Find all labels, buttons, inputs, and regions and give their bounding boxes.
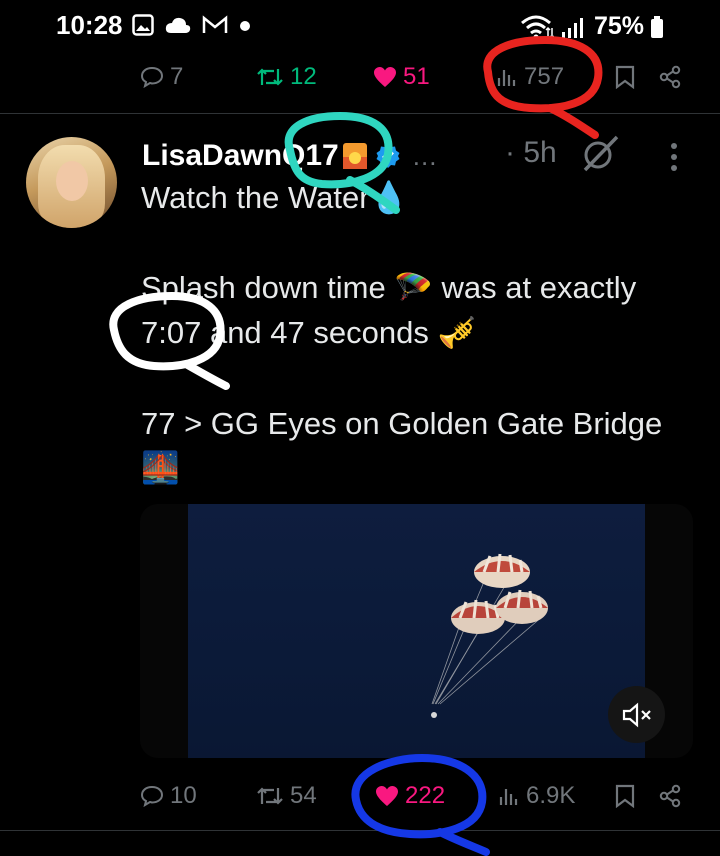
image-icon xyxy=(132,14,154,36)
heart-icon xyxy=(374,67,396,87)
bookmark-icon xyxy=(615,784,635,808)
status-time: 10:28 xyxy=(56,10,123,40)
tweet-text-line-4: 77 > GG Eyes on Golden Gate Bridge xyxy=(141,406,663,441)
battery-icon xyxy=(651,15,663,38)
views-count: 6.9K xyxy=(526,782,576,809)
views-icon xyxy=(497,70,516,86)
avatar[interactable] xyxy=(26,137,117,228)
share-icon xyxy=(659,784,681,808)
bookmark-icon xyxy=(615,65,635,89)
repost-button[interactable]: 12 xyxy=(256,63,317,91)
notification-icons xyxy=(132,14,252,36)
battery-percentage: 75% xyxy=(593,12,644,40)
bookmark-button[interactable] xyxy=(615,65,635,89)
tweet-time[interactable]: · 5h xyxy=(505,136,557,170)
reply-icon xyxy=(140,66,164,89)
repost-icon xyxy=(257,68,283,86)
share-button[interactable] xyxy=(658,784,682,808)
share-icon xyxy=(659,65,681,89)
reply-count: 7 xyxy=(170,63,184,90)
share-button[interactable] xyxy=(658,65,682,89)
more-options-icon[interactable] xyxy=(668,141,680,175)
tweet-text-line-1: Watch the Water💧 xyxy=(141,180,409,215)
reply-icon xyxy=(140,785,164,808)
bottom-divider xyxy=(0,830,720,831)
parachutes-image xyxy=(431,553,548,718)
like-count: 51 xyxy=(403,63,430,90)
mute-button[interactable] xyxy=(608,686,665,743)
bookmark-button[interactable] xyxy=(615,784,635,808)
views-count: 757 xyxy=(524,63,565,90)
video-frame xyxy=(188,504,645,758)
dot-icon xyxy=(240,21,250,31)
muted-speaker-icon xyxy=(622,702,651,727)
system-icons: 75% xyxy=(520,12,664,41)
tweet-text-line-3: 7:07 and 47 seconds 🎺 xyxy=(141,315,477,350)
like-count: 222 xyxy=(405,782,446,809)
verified-badge-icon xyxy=(376,144,400,168)
reply-button[interactable]: 7 xyxy=(140,63,183,91)
views-button[interactable]: 6.9K xyxy=(498,782,575,810)
status-bar: 10:28 75% xyxy=(0,0,720,56)
views-icon xyxy=(499,789,518,805)
like-button[interactable]: 51 xyxy=(373,63,430,91)
reply-count: 10 xyxy=(170,782,197,809)
tweet-text-line-2: Splash down time 🪂 was at exactly xyxy=(141,270,637,305)
name-ellipsis: ... xyxy=(412,140,438,171)
repost-count: 12 xyxy=(290,63,317,90)
tweet-text-line-5: 🌉 xyxy=(141,450,180,485)
prev-tweet-action-bar: 7 12 51 757 xyxy=(140,57,685,97)
repost-count: 54 xyxy=(290,782,317,809)
views-button[interactable]: 757 xyxy=(496,63,564,91)
repost-icon xyxy=(257,787,283,805)
tweet-action-bar: 10 54 222 6.9K xyxy=(140,776,685,816)
avatar-face xyxy=(56,161,88,201)
grok-icon[interactable] xyxy=(579,134,621,174)
parachute-top xyxy=(474,553,530,588)
gmail-icon xyxy=(202,15,228,33)
like-button[interactable]: 222 xyxy=(375,782,445,810)
repost-button[interactable]: 54 xyxy=(256,782,317,810)
wifi-icon xyxy=(520,15,554,39)
heart-icon xyxy=(376,786,398,806)
username[interactable]: LisaDawnQ17 xyxy=(142,139,339,173)
tweet-header: LisaDawnQ17 ... xyxy=(142,136,437,176)
cloud-icon xyxy=(165,17,191,33)
parachute-right xyxy=(496,589,548,624)
signal-icon xyxy=(561,17,583,38)
tweet-divider xyxy=(0,113,720,114)
reply-button[interactable]: 10 xyxy=(140,782,197,810)
sunset-emoji-icon xyxy=(342,143,367,169)
